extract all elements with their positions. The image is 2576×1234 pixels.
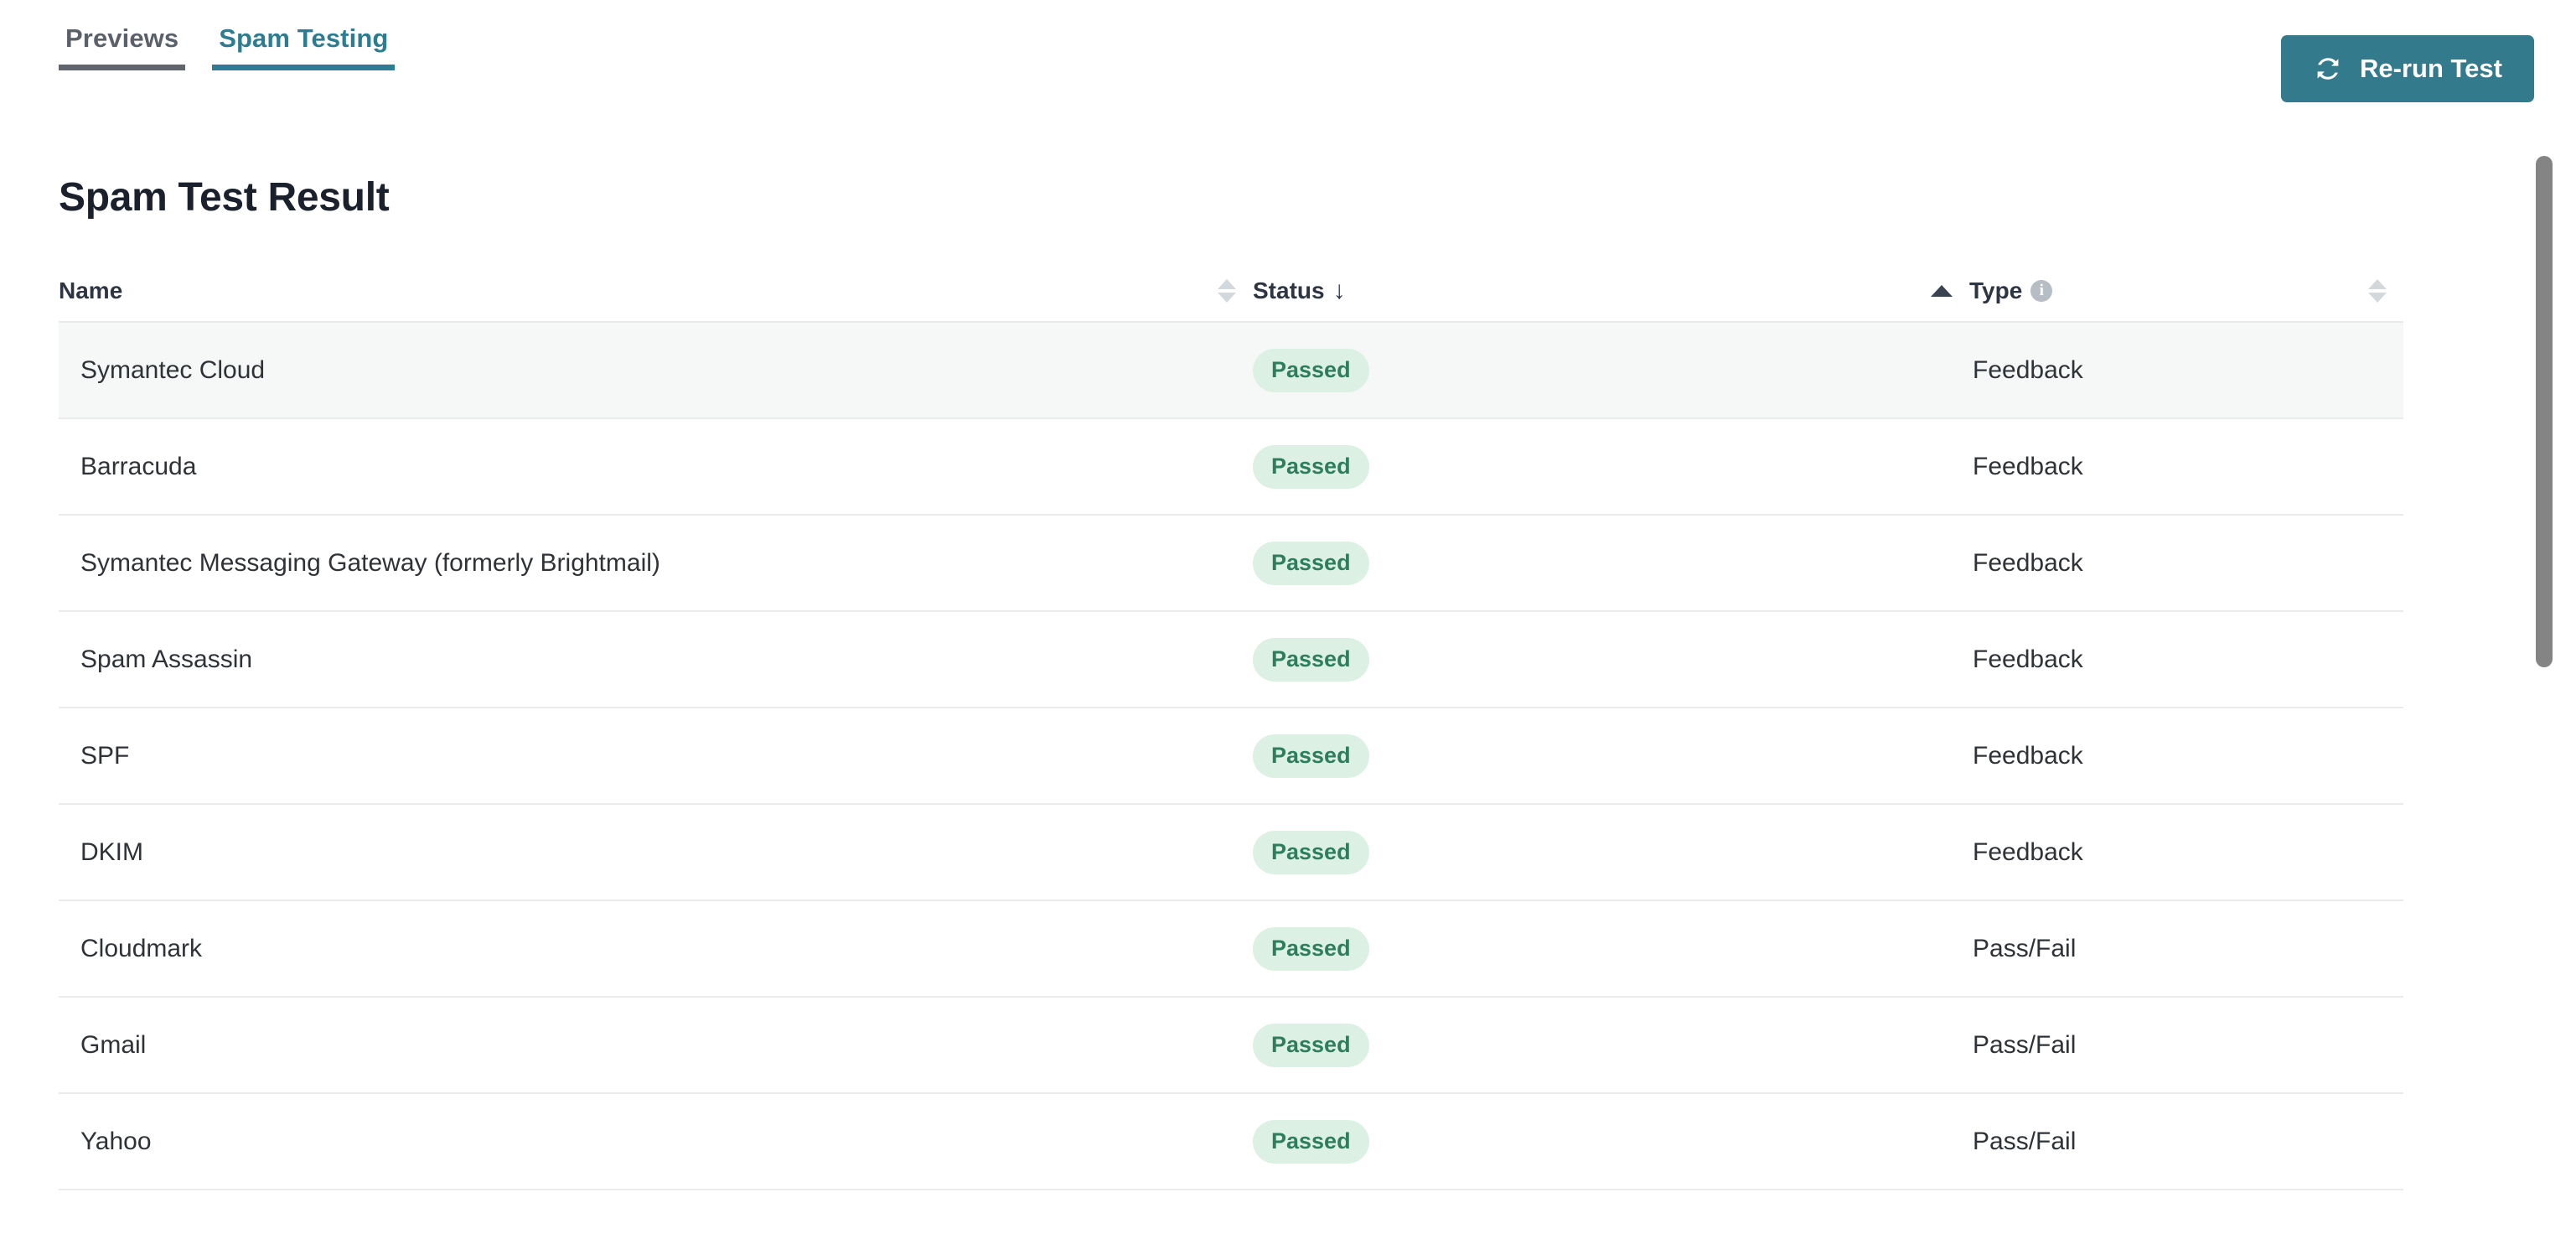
scrollbar-thumb[interactable] — [2536, 156, 2553, 667]
spam-testing-page: Previews Spam Testing Re-run Test Spam T… — [0, 0, 2576, 1234]
row-type-label: Feedback — [1973, 452, 2083, 480]
status-badge: Passed — [1253, 926, 1369, 971]
cell-type: Pass/Fail — [1969, 997, 2403, 1094]
table-row[interactable]: Spam Assassin Passed Feedback — [59, 611, 2403, 708]
cell-status: Passed — [1253, 997, 1969, 1094]
cell-status: Passed — [1253, 515, 1969, 612]
tab-bar: Previews Spam Testing — [59, 23, 396, 70]
row-name-label: Gmail — [80, 1030, 147, 1059]
row-name-label: Spam Assassin — [80, 645, 253, 673]
cell-status: Passed — [1253, 611, 1969, 708]
status-badge: Passed — [1253, 541, 1369, 585]
column-header-status-label: Status — [1253, 277, 1325, 303]
cell-name: Cloudmark — [59, 900, 1253, 998]
row-name-label: DKIM — [80, 837, 143, 866]
table-body: Symantec Cloud Passed Feedback Barracuda Pas… — [59, 321, 2403, 1190]
cell-type: Feedback — [1969, 322, 2403, 419]
spam-test-result-table: Name Status ↓ Type i Symantec Cloud Pass… — [59, 260, 2403, 1190]
sort-ascending-icon-status[interactable] — [1931, 284, 1953, 297]
status-badge: Passed — [1253, 1119, 1369, 1164]
table-row[interactable]: DKIM Passed Feedback — [59, 804, 2403, 901]
tab-previews-underline — [59, 65, 186, 70]
table-row[interactable]: Gmail Passed Pass/Fail — [59, 997, 2403, 1094]
sort-neutral-icon-name[interactable] — [1218, 278, 1236, 303]
cell-name: Spam Assassin — [59, 611, 1253, 708]
vertical-scrollbar[interactable] — [2531, 117, 2558, 1207]
cell-status: Passed — [1253, 1093, 1969, 1190]
cell-name: SPF — [59, 708, 1253, 805]
status-badge: Passed — [1253, 830, 1369, 874]
cell-name: Yahoo — [59, 1093, 1253, 1190]
row-name-label: Barracuda — [80, 452, 197, 480]
spam-test-result-table-wrapper: Name Status ↓ Type i Symantec Cloud Pass… — [59, 260, 2403, 1190]
row-type-label: Feedback — [1973, 548, 2083, 577]
tab-previews-label: Previews — [65, 23, 179, 53]
row-type-label: Pass/Fail — [1973, 934, 2077, 962]
row-type-label: Pass/Fail — [1973, 1127, 2077, 1155]
table-row[interactable]: Cloudmark Passed Pass/Fail — [59, 900, 2403, 998]
row-type-label: Feedback — [1973, 837, 2083, 866]
tab-spam-testing-label: Spam Testing — [219, 23, 389, 53]
row-name-label: SPF — [80, 741, 130, 770]
cell-type: Feedback — [1969, 804, 2403, 901]
column-header-name-label: Name — [59, 277, 123, 303]
re-run-test-label: Re-run Test — [2360, 54, 2502, 83]
sort-neutral-icon-type[interactable] — [2368, 278, 2387, 303]
row-name-label: Symantec Cloud — [80, 355, 266, 384]
cell-name: DKIM — [59, 804, 1253, 901]
column-header-type-label: Type — [1969, 277, 2023, 303]
column-header-status[interactable]: Status ↓ — [1253, 260, 1969, 323]
table-row[interactable]: Yahoo Passed Pass/Fail — [59, 1093, 2403, 1190]
cell-type: Feedback — [1969, 515, 2403, 612]
re-run-test-button[interactable]: Re-run Test — [2281, 35, 2534, 102]
status-badge: Passed — [1253, 1023, 1369, 1067]
top-bar: Previews Spam Testing Re-run Test — [0, 0, 2576, 109]
row-name-label: Yahoo — [80, 1127, 152, 1155]
status-badge: Passed — [1253, 348, 1369, 392]
cell-name: Gmail — [59, 997, 1253, 1094]
row-type-label: Feedback — [1973, 741, 2083, 770]
cell-type: Feedback — [1969, 418, 2403, 516]
arrow-down-icon-status: ↓ — [1332, 276, 1346, 304]
cell-status: Passed — [1253, 322, 1969, 419]
cell-type: Pass/Fail — [1969, 900, 2403, 998]
row-type-label: Feedback — [1973, 355, 2083, 384]
cell-name: Symantec Messaging Gateway (formerly Bri… — [59, 515, 1253, 612]
status-badge: Passed — [1253, 444, 1369, 489]
cell-status: Passed — [1253, 708, 1969, 805]
row-name-label: Symantec Messaging Gateway (formerly Bri… — [80, 548, 660, 577]
row-type-label: Feedback — [1973, 645, 2083, 673]
status-badge: Passed — [1253, 734, 1369, 778]
tab-spam-testing-underline — [212, 65, 396, 70]
table-header-row: Name Status ↓ Type i — [59, 260, 2403, 323]
page-title: Spam Test Result — [59, 175, 390, 220]
cell-name: Symantec Cloud — [59, 321, 1253, 419]
tab-previews[interactable]: Previews — [59, 23, 186, 70]
tab-spam-testing[interactable]: Spam Testing — [212, 23, 396, 70]
cell-type: Feedback — [1969, 611, 2403, 708]
column-header-name[interactable]: Name — [59, 260, 1253, 323]
column-header-type[interactable]: Type i — [1969, 260, 2403, 323]
row-name-label: Cloudmark — [80, 934, 203, 962]
table-row[interactable]: Barracuda Passed Feedback — [59, 418, 2403, 516]
refresh-icon — [2317, 58, 2339, 80]
table-row[interactable]: SPF Passed Feedback — [59, 708, 2403, 805]
table-row[interactable]: Symantec Messaging Gateway (formerly Bri… — [59, 515, 2403, 612]
cell-type: Feedback — [1969, 708, 2403, 805]
status-badge: Passed — [1253, 637, 1369, 682]
table-header: Name Status ↓ Type i — [59, 260, 2403, 323]
cell-name: Barracuda — [59, 418, 1253, 516]
cell-status: Passed — [1253, 418, 1969, 516]
info-icon-type[interactable]: i — [2030, 279, 2053, 302]
table-row[interactable]: Symantec Cloud Passed Feedback — [59, 321, 2403, 419]
row-type-label: Pass/Fail — [1973, 1030, 2077, 1059]
cell-status: Passed — [1253, 900, 1969, 998]
cell-status: Passed — [1253, 804, 1969, 901]
cell-type: Pass/Fail — [1969, 1093, 2403, 1190]
